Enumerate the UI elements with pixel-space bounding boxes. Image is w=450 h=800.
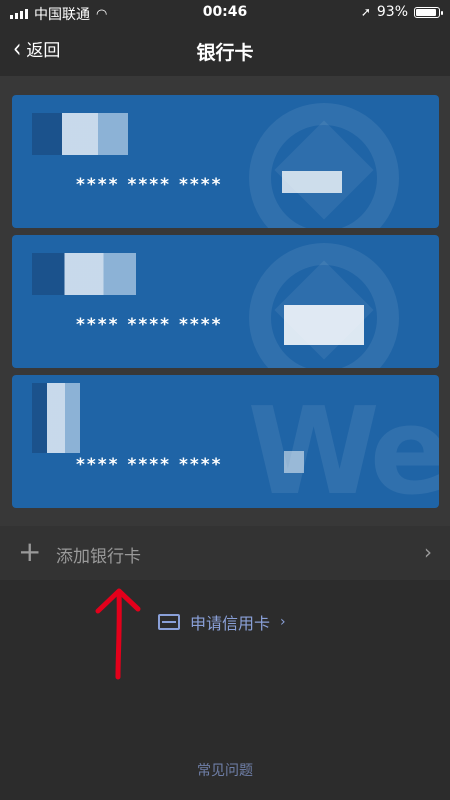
redacted-bank-name: [32, 113, 152, 155]
redacted-bank-name: [32, 383, 92, 453]
chevron-right-icon: ›: [280, 614, 286, 630]
apply-credit-card-link[interactable]: 申请信用卡 ›: [158, 610, 286, 634]
redacted-card-digits: [282, 171, 342, 193]
bank-card[interactable]: **** **** ****: [12, 95, 439, 228]
battery-percent: 93%: [376, 4, 408, 20]
chevron-right-icon: ›: [424, 540, 432, 564]
bank-card[interactable]: **** **** ****: [12, 235, 439, 368]
bank-card[interactable]: We **** **** ****: [12, 375, 439, 508]
redacted-card-digits: [284, 305, 364, 345]
card-number: **** **** ****: [76, 175, 223, 195]
credit-card-icon: [158, 614, 180, 630]
redacted-bank-name: [32, 253, 162, 295]
bank-card-list: **** **** **** **** **** **** We **** **…: [0, 76, 450, 526]
card-number: **** **** ****: [76, 315, 223, 335]
page-title: 银行卡: [196, 42, 254, 64]
add-bank-card-button[interactable]: + 添加银行卡 ›: [0, 526, 450, 580]
location-arrow-icon: ➚: [360, 5, 371, 19]
plus-icon: +: [18, 535, 42, 568]
status-right: ➚ 93%: [360, 4, 443, 20]
faq-link[interactable]: 常见问题: [0, 760, 450, 780]
card-number: **** **** ****: [76, 455, 223, 475]
annotation-arrow-icon: [95, 588, 141, 680]
status-bar: 中国联通 ◠ 00:46 ➚ 93%: [0, 0, 450, 24]
bank-logo-watermark: We: [247, 383, 439, 508]
battery-icon: [414, 6, 443, 18]
add-bank-card-label: 添加银行卡: [56, 547, 141, 567]
navigation-bar: ‹ 返回 银行卡: [0, 24, 450, 76]
redacted-card-digits: [284, 451, 304, 473]
apply-credit-card-label: 申请信用卡: [190, 614, 271, 633]
